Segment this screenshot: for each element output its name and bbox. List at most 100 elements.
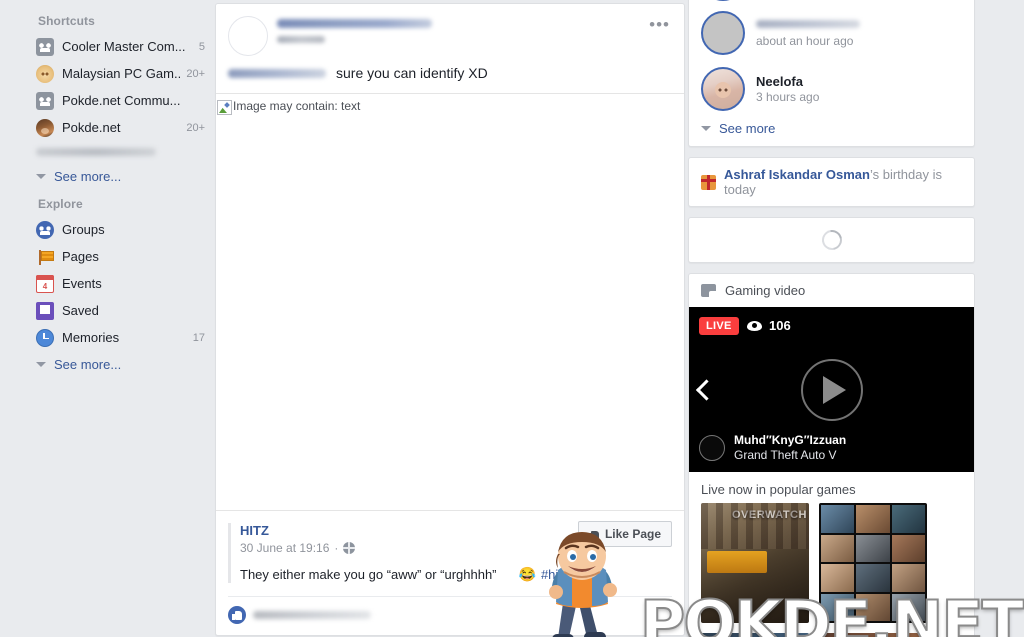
chevron-down-icon — [36, 173, 46, 179]
sidebar-item-label: Malaysian PC Gam... — [62, 65, 181, 81]
sidebar-item-memories[interactable]: Memories 17 — [0, 324, 215, 351]
sidebar-item-label: Cooler Master Com... — [62, 38, 186, 54]
attachment-timestamp[interactable]: 30 June at 19:16 — [240, 541, 329, 555]
story-text: about an hour ago — [756, 17, 962, 49]
shared-attachment: Like Page HITZ 30 June at 19:16 · They e… — [216, 511, 684, 583]
streamer-info[interactable]: Muhd″KnyG″Izzuan Grand Theft Auto V — [699, 433, 846, 463]
game-tile-pubg[interactable]: OVERWATCH — [701, 503, 809, 623]
viewer-count: 106 — [747, 318, 791, 333]
sidebar-item-badge: 20+ — [186, 67, 205, 80]
sidebar-item-badge: 17 — [192, 331, 205, 344]
next-video-button[interactable] — [689, 382, 964, 397]
stories-card: about an hour ago Neelofa 3 hours ago Se… — [688, 0, 975, 147]
game-tile[interactable] — [819, 633, 927, 637]
globe-icon — [343, 542, 356, 554]
birthday-person-name[interactable]: Ashraf Iskandar Osman — [724, 167, 870, 182]
chevron-down-icon — [701, 126, 711, 131]
sidebar-item-events[interactable]: Events — [0, 270, 215, 297]
game-tile[interactable] — [701, 633, 809, 637]
left-sidebar: Shortcuts Cooler Master Com... 5 Malaysi… — [0, 0, 215, 637]
redacted-bar — [36, 148, 156, 156]
post-author-block — [277, 16, 672, 43]
live-badge: LIVE — [699, 317, 739, 335]
laughing-emoji-icon: 😂 — [518, 566, 536, 582]
post-message-text: sure you can identify XD — [336, 65, 488, 81]
post-message-redacted — [228, 68, 326, 78]
viewer-count-value: 106 — [769, 318, 791, 333]
explore-see-more-button[interactable]: See more... — [0, 351, 215, 377]
stories-see-more-button[interactable]: See more — [689, 117, 974, 146]
game-title: Grand Theft Auto V — [734, 448, 837, 462]
reaction-count-redacted[interactable] — [253, 611, 371, 619]
sidebar-item-malaysian-pc-gamers[interactable]: Malaysian PC Gam... 20+ — [0, 60, 215, 87]
overwatch-label: OVERWATCH — [732, 509, 807, 521]
cat-avatar-icon — [36, 64, 54, 83]
story-timestamp: about an hour ago — [756, 34, 854, 48]
post-reactions — [228, 596, 672, 635]
meta-separator: · — [334, 541, 339, 555]
shortcuts-see-more-button[interactable]: See more... — [0, 163, 215, 189]
sidebar-item-groups[interactable]: Groups — [0, 216, 215, 243]
sidebar-item-pages[interactable]: Pages — [0, 243, 215, 270]
gta-collage — [821, 505, 925, 621]
sidebar-item-label: Pokde.net Commu... — [62, 92, 181, 108]
gaming-video-card: Gaming video LIVE 106 Muhd″KnyG″Izzuan G… — [688, 273, 975, 637]
post-author-name-redacted[interactable] — [277, 19, 432, 28]
see-more-label: See more — [719, 121, 776, 136]
gaming-card-title: Gaming video — [725, 283, 806, 298]
birthday-card[interactable]: Ashraf Iskandar Osman’s birthday is toda… — [688, 157, 975, 207]
shortcuts-heading: Shortcuts — [38, 14, 95, 28]
like-page-button[interactable]: Like Page — [577, 521, 672, 547]
pages-flag-icon — [36, 248, 54, 266]
face-avatar-icon — [36, 118, 54, 137]
explore-heading: Explore — [38, 197, 83, 211]
news-feed-column: ••• sure you can identify XD Image may c… — [215, 0, 685, 636]
post-header: ••• — [216, 4, 684, 56]
sidebar-item-badge: 20+ — [186, 121, 205, 134]
hashtag-link[interactable]: #hitzmeme — [541, 567, 605, 582]
story-row[interactable]: about an hour ago — [689, 5, 974, 61]
group-avatar-icon — [36, 37, 54, 56]
popular-games-tiles: OVERWATCH — [689, 503, 974, 623]
right-sidebar: about an hour ago Neelofa 3 hours ago Se… — [548, 0, 1024, 637]
popular-games-heading: Live now in popular games — [701, 482, 856, 497]
sidebar-item-saved[interactable]: Saved — [0, 297, 215, 324]
broken-image-icon — [217, 100, 232, 115]
live-video-player[interactable]: LIVE 106 Muhd″KnyG″Izzuan Grand Theft Au… — [689, 307, 974, 472]
post-image-area[interactable]: Image may contain: text — [216, 93, 684, 511]
sidebar-item-redacted — [0, 141, 215, 163]
story-name-redacted — [756, 20, 860, 28]
eye-icon — [747, 320, 762, 331]
story-row[interactable]: Neelofa 3 hours ago — [689, 61, 974, 117]
sidebar-item-pokde-net[interactable]: Pokde.net 20+ — [0, 114, 215, 141]
sidebar-item-cooler-master[interactable]: Cooler Master Com... 5 — [0, 33, 215, 60]
image-alt-text: Image may contain: text — [233, 99, 361, 113]
avatar[interactable] — [701, 11, 745, 55]
story-text: Neelofa 3 hours ago — [756, 74, 962, 105]
events-calendar-icon — [36, 274, 54, 293]
like-reaction-icon[interactable] — [228, 606, 246, 624]
avatar[interactable] — [701, 0, 745, 1]
sidebar-item-label: Pages — [62, 248, 99, 264]
sidebar-item-pokde-community[interactable]: Pokde.net Commu... — [0, 87, 215, 114]
post-message: sure you can identify XD — [216, 56, 684, 93]
sidebar-item-label: Groups — [62, 221, 105, 237]
streamer-text: Muhd″KnyG″Izzuan Grand Theft Auto V — [734, 433, 846, 463]
memories-clock-icon — [36, 328, 54, 347]
avatar — [699, 435, 725, 461]
loading-card — [688, 217, 975, 263]
game-tile-gta[interactable] — [819, 503, 927, 623]
chevron-down-icon — [36, 361, 46, 367]
post-timestamp-redacted[interactable] — [277, 36, 325, 43]
like-page-label: Like Page — [604, 527, 661, 541]
broken-image-placeholder: Image may contain: text — [217, 99, 684, 115]
post-options-button[interactable]: ••• — [645, 16, 674, 34]
attachment-body: They either make you go “aww” or “urghhh… — [240, 566, 672, 583]
avatar[interactable] — [228, 16, 268, 56]
story-timestamp: 3 hours ago — [756, 89, 820, 104]
birthday-text: Ashraf Iskandar Osman’s birthday is toda… — [724, 167, 962, 197]
gift-icon — [701, 174, 716, 190]
popular-games-tiles-row2 — [689, 623, 974, 637]
attachment-body-text: They either make you go “aww” or “urghhh… — [240, 567, 497, 582]
avatar[interactable] — [701, 67, 745, 111]
